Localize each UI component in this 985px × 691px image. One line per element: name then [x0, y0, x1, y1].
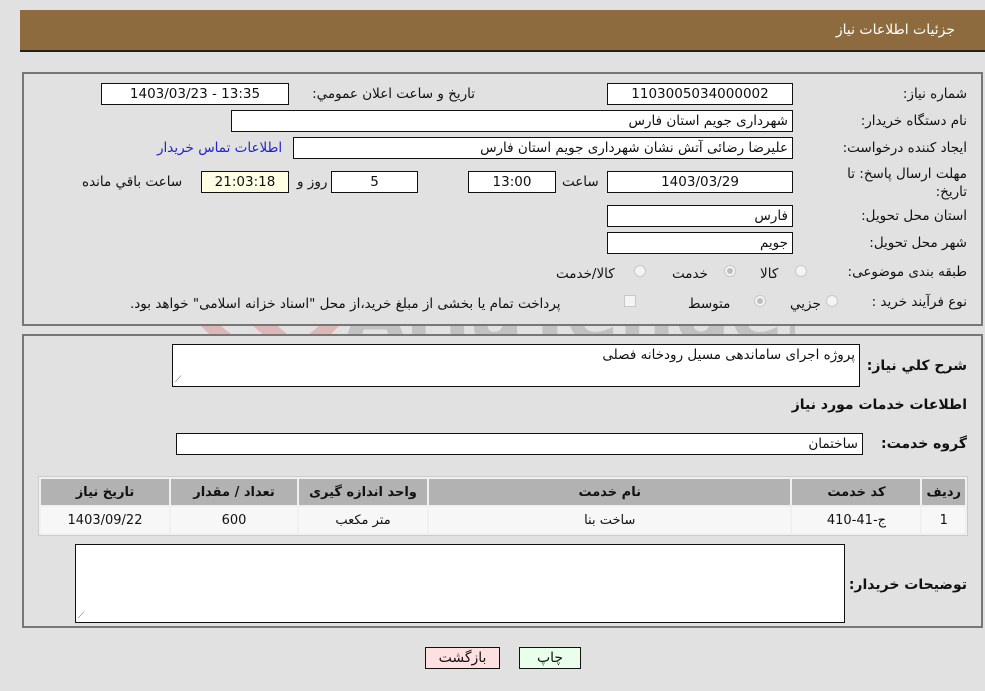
cell-row-number: 1: [922, 507, 965, 533]
cell-service-name: ساخت بنا: [429, 507, 791, 533]
service-group-label: گروه خدمت:: [881, 436, 967, 452]
resize-grip-icon[interactable]: ⟋: [175, 375, 181, 385]
buyer-notes-label: توضیحات خریدار:: [848, 577, 967, 593]
purchase-radio-medium[interactable]: [754, 295, 766, 307]
cell-unit: متر مکعب: [299, 507, 427, 533]
buyer-org-field[interactable]: شهرداری جویم استان فارس: [231, 110, 793, 132]
purchase-radio-minor[interactable]: [826, 295, 838, 307]
delivery-province-label: استان محل تحویل:: [861, 208, 967, 224]
cell-need-date: 1403/09/22: [41, 507, 169, 533]
category-radio-goods-service[interactable]: [634, 265, 646, 277]
announce-datetime-field[interactable]: 1403/03/23 - 13:35: [101, 83, 289, 105]
purchase-type-label: نوع فرآیند خرید :: [871, 294, 967, 310]
remaining-days-field[interactable]: 5: [331, 171, 418, 193]
buyer-notes-textarea[interactable]: ⟋: [75, 544, 845, 623]
remaining-label: ساعت باقي مانده: [82, 174, 183, 190]
deadline-date-field[interactable]: 1403/03/29: [607, 171, 793, 193]
announce-datetime-label: تاریخ و ساعت اعلان عمومي:: [312, 86, 475, 102]
category-option-service: خدمت: [672, 266, 708, 282]
need-number-label: شماره نیاز:: [902, 86, 967, 102]
services-table: ردیف کد خدمت نام خدمت واحد اندازه گیری ت…: [38, 476, 968, 536]
summary-text: پروژه اجرای ساماندهی مسیل رودخانه فصلی: [602, 347, 855, 363]
deadline-label: مهلت ارسال پاسخ: تا تاریخ:: [847, 166, 967, 200]
deadline-time-label: ساعت: [562, 174, 599, 190]
treasury-checkbox[interactable]: [624, 295, 636, 307]
page-header: جزئیات اطلاعات نیاز: [20, 10, 985, 52]
treasury-note: پرداخت تمام یا بخشی از مبلغ خرید،از محل …: [130, 296, 561, 312]
cell-quantity: 600: [171, 507, 297, 533]
back-button[interactable]: بازگشت: [425, 647, 500, 669]
summary-label: شرح کلي نیاز:: [866, 358, 967, 374]
category-radio-goods[interactable]: [795, 265, 807, 277]
deadline-time-field[interactable]: 13:00: [468, 171, 556, 193]
col-row-number: ردیف: [922, 479, 965, 505]
table-header-row: ردیف کد خدمت نام خدمت واحد اندازه گیری ت…: [41, 479, 965, 505]
category-label: طبقه بندی موضوعی:: [847, 264, 967, 280]
need-number-field[interactable]: 1103005034000002: [607, 83, 793, 105]
services-heading: اطلاعات خدمات مورد نیاز: [791, 397, 967, 413]
col-unit: واحد اندازه گیری: [299, 479, 427, 505]
col-service-name: نام خدمت: [429, 479, 791, 505]
remaining-time-field: 21:03:18: [201, 171, 289, 193]
delivery-province-field[interactable]: فارس: [607, 205, 793, 227]
category-radio-service[interactable]: [724, 265, 736, 277]
summary-textarea[interactable]: پروژه اجرای ساماندهی مسیل رودخانه فصلی ⟋: [172, 344, 860, 387]
days-label: روز و: [297, 174, 328, 190]
category-option-goods: کالا: [760, 266, 779, 282]
cell-service-code: ج-41-410: [792, 507, 921, 533]
purchase-option-minor: جزیي: [790, 296, 821, 312]
services-table-wrap: ردیف کد خدمت نام خدمت واحد اندازه گیری ت…: [38, 476, 968, 536]
service-group-field[interactable]: ساختمان: [176, 433, 863, 455]
table-row: 1 ج-41-410 ساخت بنا متر مکعب 600 1403/09…: [41, 507, 965, 533]
buyer-org-label: نام دستگاه خریدار:: [860, 113, 967, 129]
print-button[interactable]: چاپ: [519, 647, 581, 669]
requester-field[interactable]: علیرضا رضائی آتش نشان شهرداری جویم استان…: [293, 137, 793, 159]
resize-grip-icon[interactable]: ⟋: [78, 611, 84, 621]
buyer-contact-link[interactable]: اطلاعات تماس خریدار: [157, 140, 282, 156]
page-title: جزئیات اطلاعات نیاز: [835, 22, 955, 38]
delivery-city-field[interactable]: جویم: [607, 232, 793, 254]
purchase-option-medium: متوسط: [688, 296, 731, 312]
delivery-city-label: شهر محل تحویل:: [869, 235, 967, 251]
col-need-date: تاریخ نیاز: [41, 479, 169, 505]
requester-label: ایجاد کننده درخواست:: [842, 140, 967, 156]
col-quantity: تعداد / مقدار: [171, 479, 297, 505]
category-option-goods-service: کالا/خدمت: [556, 266, 615, 282]
col-service-code: کد خدمت: [792, 479, 921, 505]
